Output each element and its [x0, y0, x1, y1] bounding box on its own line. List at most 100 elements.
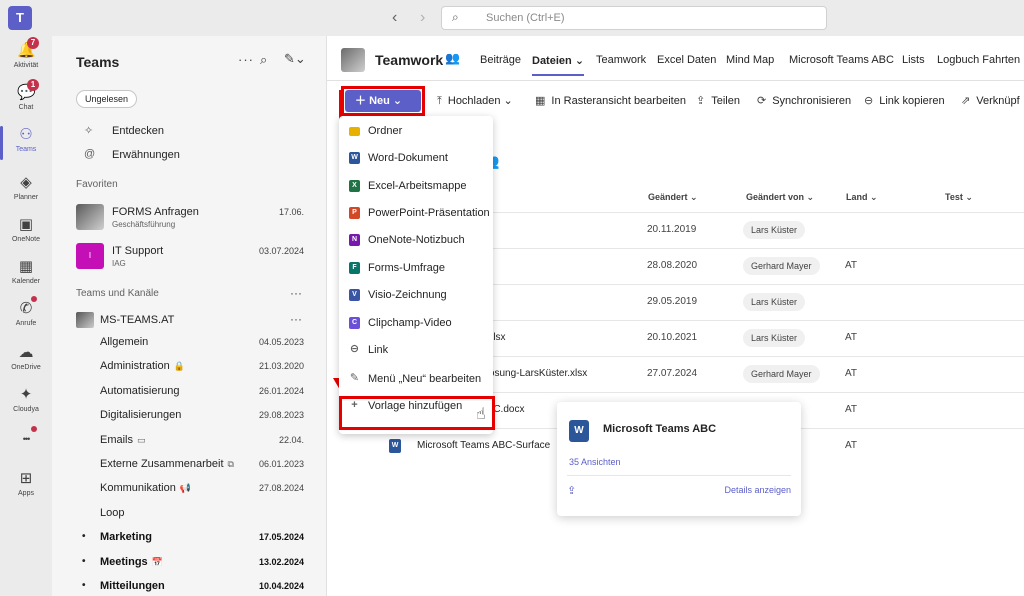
- rail-item-teams[interactable]: ⚇ Teams: [0, 124, 52, 166]
- file-name[interactable]: -Lösung-LarsKüster.xlsx: [480, 368, 587, 379]
- file-name[interactable]: Microsoft Teams ABC-Surface: [417, 440, 550, 451]
- channel-item[interactable]: • Marketing 17.05.2024: [52, 525, 326, 549]
- file-hover-card: W Microsoft Teams ABC 35 Ansichten ⇪ Det…: [557, 402, 801, 516]
- channel-item[interactable]: Emails ▭ 22.04.: [52, 428, 326, 452]
- menu-item-edit[interactable]: ✎ Menü „Neu“ bearbeiten: [339, 366, 493, 392]
- channel-item[interactable]: Administration 🔒 21.03.2020: [52, 354, 326, 378]
- channel-suffix-icon: ⧉: [227, 459, 234, 469]
- cloud-icon: ☁: [18, 344, 34, 361]
- channel-name: Kommunikation 📢: [100, 482, 191, 494]
- share-icon[interactable]: ⇪: [567, 484, 576, 497]
- person-pill[interactable]: Gerhard Mayer: [743, 257, 820, 275]
- channel-name-text: Automatisierung: [100, 384, 180, 397]
- person-pill[interactable]: Lars Küster: [743, 329, 806, 347]
- channel-item[interactable]: Digitalisierungen 29.08.2023: [52, 403, 326, 427]
- rail-item-apps[interactable]: ⊞ Apps: [0, 468, 52, 510]
- grid-edit-label: In Rasteransicht bearbeiten: [551, 95, 686, 107]
- menu-item-visio[interactable]: V Visio-Zeichnung: [339, 282, 493, 308]
- menu-item-link[interactable]: ⊖ Link: [339, 337, 493, 363]
- menu-item-powerpoint[interactable]: P PowerPoint-Präsentation: [339, 200, 493, 226]
- menu-item-folder[interactable]: Ordner: [339, 118, 493, 144]
- search-input[interactable]: ⌕ Suchen (Ctrl+E): [441, 6, 827, 30]
- discover-label: Entdecken: [112, 125, 164, 137]
- tab-lists[interactable]: Lists: [902, 54, 925, 66]
- hover-card-views[interactable]: 35 Ansichten: [569, 457, 621, 467]
- mentions-item[interactable]: @ Erwähnungen: [52, 144, 326, 166]
- rail-item-more[interactable]: •••: [0, 426, 52, 470]
- team-row[interactable]: MS-TEAMS.AT ···: [52, 310, 326, 332]
- sync-button[interactable]: ⟳ Synchronisieren: [757, 94, 851, 107]
- more-apps-icon: •••: [22, 434, 30, 444]
- rail-item-aktivität[interactable]: 🔔 Aktivität 7: [0, 37, 52, 82]
- person-pill[interactable]: Lars Küster: [743, 293, 806, 311]
- rail-item-onenote[interactable]: ▣ OneNote: [0, 214, 52, 256]
- grid-edit-button[interactable]: ▦ In Rasteransicht bearbeiten: [535, 94, 686, 107]
- tab-excel-data[interactable]: Excel Daten: [657, 54, 716, 66]
- teams-logo-icon[interactable]: T: [8, 6, 32, 30]
- menu-item-excel[interactable]: X Excel-Arbeitsmappe: [339, 173, 493, 199]
- tab-posts[interactable]: Beiträge: [480, 54, 521, 66]
- column-header-changed-by[interactable]: Geändert von ⌄: [746, 192, 814, 203]
- notification-dot: [31, 426, 37, 432]
- rail-label: Anrufe: [15, 320, 37, 327]
- sync-icon: ⟳: [757, 95, 767, 107]
- channel-item[interactable]: Kommunikation 📢 27.08.2024: [52, 476, 326, 500]
- channel-item[interactable]: Externe Zusammenarbeit ⧉ 06.01.2023: [52, 452, 326, 476]
- menu-item-word[interactable]: W Word-Dokument: [339, 145, 493, 171]
- column-header-test[interactable]: Test ⌄: [945, 192, 973, 203]
- compose-icon[interactable]: ✎⌄: [284, 51, 306, 67]
- forward-arrow-icon[interactable]: ›: [420, 9, 425, 27]
- discover-item[interactable]: ✧ Entdecken: [52, 120, 326, 142]
- unread-filter-chip[interactable]: Ungelesen: [76, 90, 138, 108]
- tab-files[interactable]: Dateien ⌄: [532, 54, 584, 67]
- rail-item-kalender[interactable]: ▦ Kalender: [0, 256, 52, 298]
- back-arrow-icon[interactable]: ‹: [392, 9, 397, 27]
- favorite-name: FORMS Anfragen: [112, 206, 199, 218]
- person-pill[interactable]: Lars Küster: [743, 221, 806, 239]
- more-options-icon[interactable]: ···: [290, 312, 302, 326]
- channel-item[interactable]: • Meetings 📅 13.02.2024: [52, 550, 326, 574]
- tab-teams-abc[interactable]: Microsoft Teams ABC: [789, 54, 894, 66]
- search-icon: ⌕: [452, 10, 459, 24]
- menu-item-clipchamp[interactable]: C Clipchamp-Video: [339, 310, 493, 336]
- channel-item[interactable]: Allgemein 04.05.2023: [52, 330, 326, 354]
- title-bar: T ‹ › ⌕ Suchen (Ctrl+E): [0, 0, 1024, 36]
- channel-name-text: Emails: [100, 433, 134, 446]
- channel-name: Mitteilungen: [100, 580, 165, 592]
- column-header-label: Geändert: [648, 192, 688, 202]
- share-icon: ⇪: [696, 95, 706, 107]
- country-cell: AT: [845, 368, 858, 379]
- channel-item[interactable]: Automatisierung 26.01.2024: [52, 379, 326, 403]
- apps-icon: ⊞: [19, 470, 33, 487]
- menu-item-forms[interactable]: F Forms-Umfrage: [339, 255, 493, 281]
- menu-item-onenote-file[interactable]: N OneNote-Notizbuch: [339, 227, 493, 253]
- more-options-icon[interactable]: ···: [238, 52, 254, 67]
- rail-label: Planner: [13, 194, 39, 201]
- copy-link-button[interactable]: ⊖ Link kopieren: [864, 94, 945, 107]
- upload-button[interactable]: ⤒ Hochladen ⌄: [437, 94, 513, 108]
- channel-name: Meetings 📅: [100, 556, 163, 568]
- tab-mind-map[interactable]: Mind Map: [726, 54, 774, 66]
- link-more-button[interactable]: ⇗ Verknüpf: [961, 94, 1020, 107]
- tab-teamwork[interactable]: Teamwork: [596, 54, 646, 66]
- more-options-icon[interactable]: ···: [290, 286, 302, 300]
- rail-item-cloudya[interactable]: ✦ Cloudya: [0, 384, 52, 426]
- tab-logbook[interactable]: Logbuch Fahrten: [937, 54, 1020, 66]
- column-header-changed[interactable]: Geändert ⌄: [648, 192, 698, 203]
- menu-item-label: Ordner: [368, 125, 403, 137]
- person-pill[interactable]: Gerhard Mayer: [743, 365, 820, 383]
- link-more-label: Verknüpf: [976, 95, 1020, 107]
- channel-date: 29.08.2023: [258, 410, 304, 421]
- search-icon[interactable]: ⌕: [260, 52, 267, 68]
- rail-item-anrufe[interactable]: ✆ Anrufe: [0, 296, 52, 340]
- notification-dot: [31, 296, 37, 302]
- column-header-country[interactable]: Land ⌄: [846, 192, 878, 203]
- channel-item[interactable]: • Mitteilungen 10.04.2024: [52, 574, 326, 596]
- rail-item-chat[interactable]: 💬 Chat 1: [0, 79, 52, 124]
- channel-item[interactable]: Loop: [52, 501, 326, 525]
- rail-item-onedrive[interactable]: ☁ OneDrive: [0, 342, 52, 384]
- upload-icon: ⤒: [437, 95, 442, 107]
- details-link[interactable]: Details anzeigen: [724, 485, 791, 495]
- share-button[interactable]: ⇪ Teilen: [696, 94, 740, 107]
- rail-item-planner[interactable]: ◈ Planner: [0, 172, 52, 214]
